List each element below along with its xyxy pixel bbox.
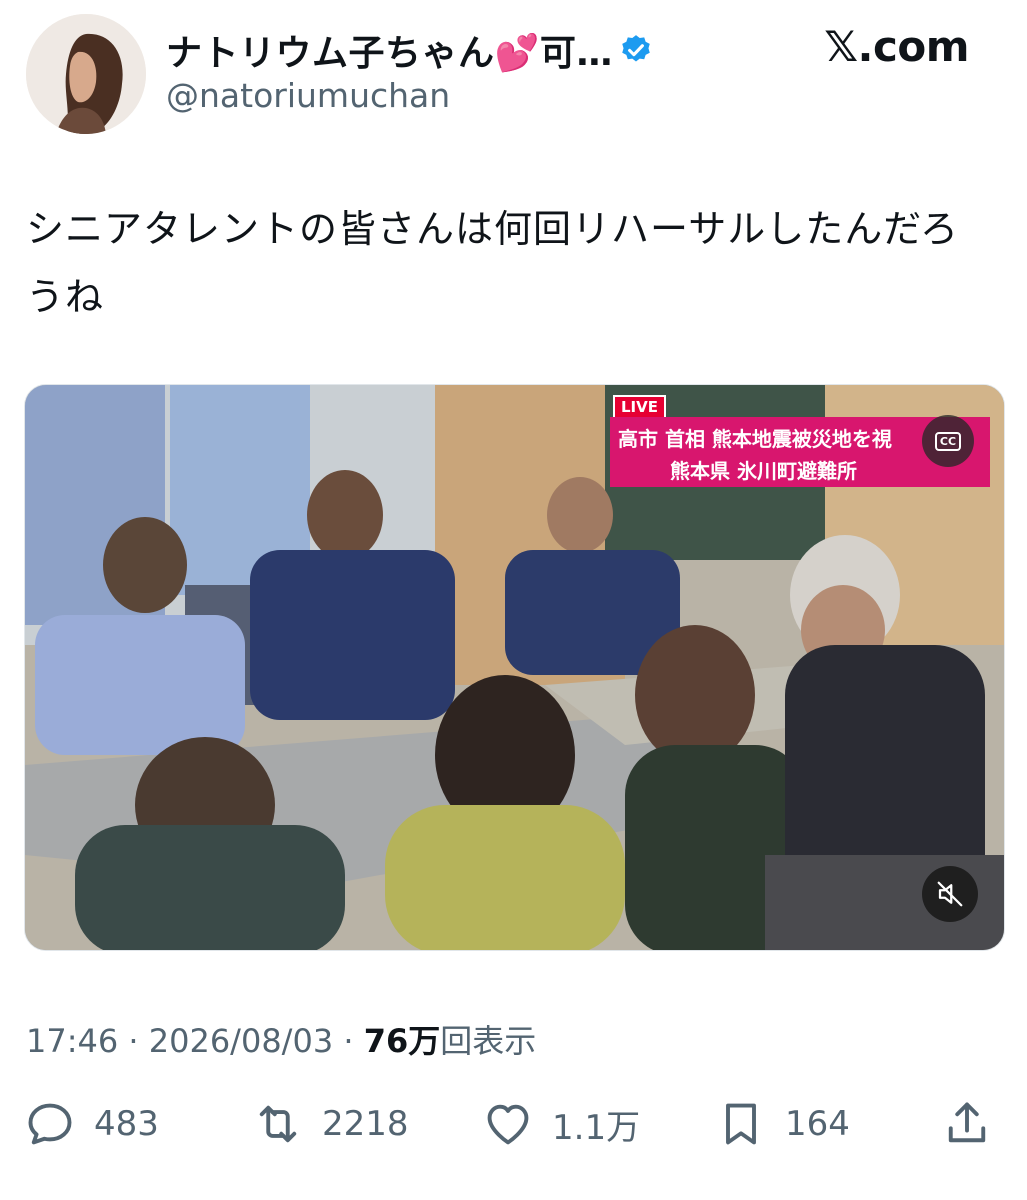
captions-icon: CC bbox=[934, 431, 962, 451]
action-bar: 483 2218 1.1万 164 bbox=[0, 1098, 1027, 1158]
news-banner-line1: 高市 首相 熊本地震被災地を視 bbox=[618, 427, 892, 451]
share-icon bbox=[948, 1102, 986, 1143]
bookmark-count: 164 bbox=[785, 1104, 850, 1144]
author-display-name[interactable]: ナトリウム子ちゃん💕可… bbox=[166, 24, 613, 76]
meta-separator: · bbox=[128, 1022, 139, 1060]
tweet-date[interactable]: 2026/08/03 bbox=[149, 1022, 333, 1060]
mute-button[interactable] bbox=[922, 866, 978, 922]
captions-button[interactable]: CC bbox=[922, 415, 974, 467]
share-button[interactable] bbox=[941, 1098, 993, 1150]
repost-button[interactable]: 2218 bbox=[252, 1098, 409, 1150]
reply-count: 483 bbox=[94, 1104, 159, 1144]
author-name-row[interactable]: ナトリウム子ちゃん💕可… bbox=[166, 24, 653, 76]
live-badge: LIVE bbox=[613, 395, 666, 419]
bookmark-button[interactable]: 164 bbox=[715, 1098, 850, 1150]
news-banner-line2: 熊本県 氷川町避難所 bbox=[670, 459, 857, 483]
x-logo: 𝕏.com bbox=[824, 22, 969, 71]
repost-count: 2218 bbox=[322, 1104, 409, 1144]
like-count: 1.1万 bbox=[552, 1107, 641, 1148]
heart-icon bbox=[487, 1104, 529, 1145]
reply-button[interactable]: 483 bbox=[24, 1098, 159, 1150]
like-button[interactable]: 1.1万 bbox=[482, 1098, 640, 1150]
verified-badge-icon bbox=[622, 35, 650, 62]
avatar-image bbox=[26, 14, 146, 134]
tweet-time[interactable]: 17:46 bbox=[26, 1022, 118, 1060]
video-player[interactable]: LIVE 高市 首相 熊本地震被災地を視 熊本県 氷川町避難所 CC bbox=[24, 384, 1005, 951]
author-handle[interactable]: @natoriumuchan bbox=[166, 76, 450, 115]
meta-separator: · bbox=[343, 1022, 354, 1060]
avatar[interactable] bbox=[26, 14, 146, 134]
tweet-text: シニアタレントの皆さんは何回リハーサルしたんだろうね bbox=[26, 207, 959, 319]
speaker-muted-icon bbox=[937, 881, 963, 907]
bookmark-icon bbox=[726, 1103, 756, 1145]
tweet-meta: 17:46 · 2026/08/03 · 76万回表示 bbox=[26, 1016, 536, 1062]
views-count: 76万 bbox=[363, 1022, 441, 1060]
repost-icon bbox=[259, 1105, 297, 1143]
views-label: 回表示 bbox=[440, 1022, 537, 1060]
reply-icon bbox=[28, 1103, 72, 1145]
